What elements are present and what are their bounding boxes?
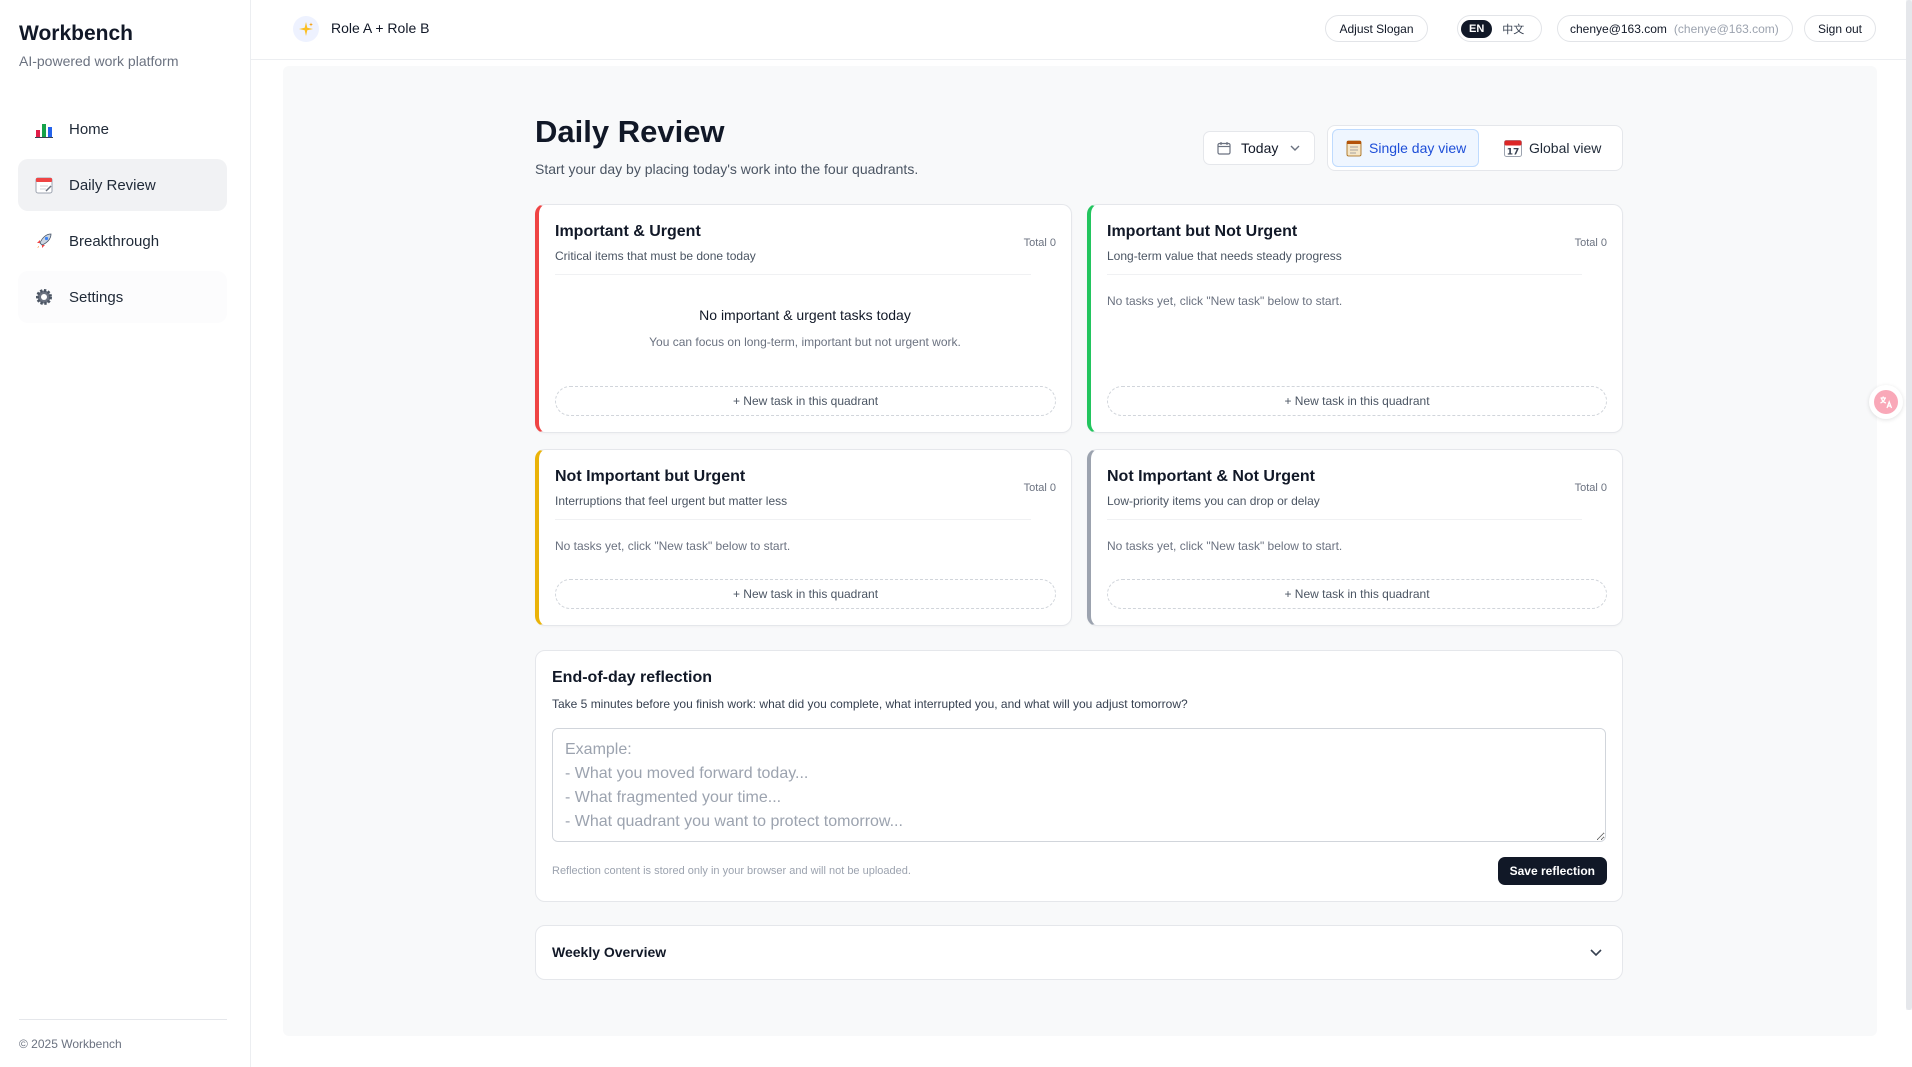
sidebar-divider: [19, 1019, 227, 1020]
quadrant-divider: [1107, 274, 1582, 275]
sidebar-item-label: Breakthrough: [69, 232, 160, 250]
quadrant-divider: [555, 519, 1031, 520]
translate-icon: [1874, 390, 1898, 414]
new-task-button[interactable]: + New task in this quadrant: [1107, 579, 1607, 609]
single-day-view-label: Single day view: [1369, 140, 1467, 156]
quadrant-subtitle: Low-priority items you can drop or delay: [1107, 494, 1320, 508]
date-select-value: Today: [1241, 140, 1279, 156]
sidebar-item-breakthrough[interactable]: Breakthrough: [18, 215, 227, 267]
reflection-card: End-of-day reflection Take 5 minutes bef…: [535, 650, 1623, 902]
calendar-date-icon: 17: [1503, 138, 1523, 158]
lang-zh-option[interactable]: 中文: [1492, 18, 1534, 40]
quadrant-important-not-urgent: Important but Not Urgent Long-term value…: [1087, 204, 1623, 433]
view-toggle: Single day view 17 Global view: [1327, 125, 1623, 171]
page-title: Daily Review: [535, 114, 725, 149]
quadrant-not-important-not-urgent: Not Important & Not Urgent Low-priority …: [1087, 449, 1623, 626]
scrollbar-thumb[interactable]: [1906, 0, 1912, 1010]
new-task-button[interactable]: + New task in this quadrant: [1107, 386, 1607, 416]
quadrant-subtitle: Critical items that must be done today: [555, 249, 756, 263]
slogan-text: Role A + Role B: [331, 20, 430, 36]
reflection-title: End-of-day reflection: [552, 669, 713, 686]
sidebar: Workbench AI-powered work platform Home: [0, 0, 251, 1067]
app-title: Workbench: [19, 22, 133, 45]
quadrant-divider: [555, 274, 1031, 275]
chevron-down-icon: [1289, 142, 1301, 154]
global-view-button[interactable]: 17 Global view: [1491, 129, 1613, 167]
sidebar-item-settings[interactable]: Settings: [18, 271, 227, 323]
sign-out-button[interactable]: Sign out: [1804, 15, 1876, 42]
new-task-button[interactable]: + New task in this quadrant: [555, 579, 1056, 609]
sidebar-item-label: Settings: [69, 288, 124, 306]
page-subtitle: Start your day by placing today's work i…: [535, 161, 919, 177]
single-day-view-button[interactable]: Single day view: [1332, 129, 1480, 167]
quadrant-divider: [1107, 519, 1582, 520]
save-reflection-button[interactable]: Save reflection: [1497, 857, 1607, 885]
quadrant-empty-text: No tasks yet, click "New task" below to …: [1107, 294, 1343, 308]
sidebar-item-label: Home: [69, 120, 110, 138]
sidebar-footer: © 2025 Workbench: [19, 1037, 122, 1051]
quadrant-total: Total 0: [1023, 237, 1056, 249]
quadrant-subtitle: Long-term value that needs steady progre…: [1107, 249, 1342, 263]
adjust-slogan-button[interactable]: Adjust Slogan: [1325, 15, 1428, 42]
user-account[interactable]: chenye@163.com (chenye@163.com): [1557, 15, 1793, 42]
date-select[interactable]: Today: [1203, 131, 1315, 165]
app-subtitle: AI-powered work platform: [19, 53, 179, 69]
svg-text:17: 17: [1507, 148, 1520, 158]
quadrant-title: Not Important but Urgent: [555, 468, 746, 485]
sparkle-icon: [293, 16, 319, 42]
quadrant-total: Total 0: [1023, 482, 1056, 494]
language-switch: EN 中文: [1457, 15, 1542, 42]
weekly-overview-toggle[interactable]: Weekly Overview: [535, 925, 1623, 980]
reflection-note: Reflection content is stored only in you…: [552, 865, 911, 877]
sidebar-item-daily-review[interactable]: Daily Review: [18, 159, 227, 211]
topbar: Role A + Role B Adjust Slogan EN 中文 chen…: [251, 0, 1912, 60]
notepad-icon: [1345, 139, 1363, 157]
quadrant-empty-title: No important & urgent tasks today: [699, 307, 911, 323]
reflection-subtitle: Take 5 minutes before you finish work: w…: [552, 697, 1188, 711]
quadrant-total: Total 0: [1574, 237, 1607, 249]
user-email-secondary: (chenye@163.com): [1673, 21, 1779, 36]
quadrant-not-important-urgent: Not Important but Urgent Interruptions t…: [535, 449, 1072, 626]
new-task-button[interactable]: + New task in this quadrant: [555, 386, 1056, 416]
quadrant-empty-text: No tasks yet, click "New task" below to …: [555, 539, 791, 553]
quadrant-title: Not Important & Not Urgent: [1107, 468, 1315, 485]
quadrant-important-urgent: Important & Urgent Critical items that m…: [535, 204, 1072, 433]
calendar-outline-icon: [1217, 141, 1231, 155]
quadrant-subtitle: Interruptions that feel urgent but matte…: [555, 494, 788, 508]
gear-icon: [34, 287, 54, 307]
quadrant-empty-text: No tasks yet, click "New task" below to …: [1107, 539, 1343, 553]
bar-chart-icon: [34, 119, 54, 139]
calendar-icon: [34, 175, 54, 195]
sidebar-item-home[interactable]: Home: [18, 103, 227, 155]
weekly-overview-title: Weekly Overview: [552, 944, 667, 960]
reflection-textarea[interactable]: [552, 728, 1606, 842]
adjust-slogan-label: Adjust Slogan: [1339, 21, 1414, 36]
quadrant-title: Important & Urgent: [555, 223, 701, 240]
chevron-down-icon: [1588, 944, 1604, 960]
lang-en-option[interactable]: EN: [1461, 19, 1493, 38]
translate-floating-button[interactable]: [1869, 385, 1903, 419]
quadrant-total: Total 0: [1574, 482, 1607, 494]
global-view-label: Global view: [1529, 140, 1602, 156]
quadrant-title: Important but Not Urgent: [1107, 223, 1298, 240]
user-email: chenye@163.com: [1570, 21, 1667, 36]
sidebar-item-label: Daily Review: [69, 176, 156, 194]
rocket-icon: [34, 231, 54, 251]
sidebar-nav: Home Daily Review Breakthrough Settings: [18, 103, 227, 327]
quadrant-empty-subtitle: You can focus on long-term, important bu…: [649, 335, 961, 349]
sign-out-label: Sign out: [1817, 21, 1863, 36]
